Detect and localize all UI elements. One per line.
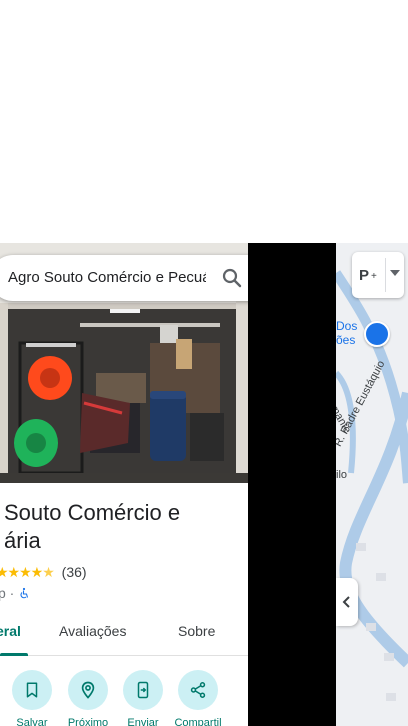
map-view[interactable]: Dos ões R. Padre Eustáquio mante ilo: [336, 243, 408, 726]
place-title: Souto Comércio e ária: [4, 500, 181, 553]
map-pin-icon[interactable]: [364, 321, 390, 347]
send-to-phone-icon: [137, 681, 149, 699]
share-button[interactable]: Compartil: [170, 670, 226, 726]
share-button-circle: [178, 670, 218, 710]
category-text: p ·: [0, 585, 15, 601]
half-star-icon: ★: [42, 564, 55, 580]
map-layer-control[interactable]: P +: [352, 252, 404, 298]
tab-about[interactable]: Sobre: [178, 623, 215, 639]
send-to-phone-button[interactable]: Enviar: [115, 670, 171, 726]
search-icon[interactable]: [220, 266, 244, 290]
save-button[interactable]: Salvar: [4, 670, 60, 726]
place-panel: Souto Comércio e ária ★★★★★ (36) p · era…: [0, 243, 248, 726]
layer-divider: [385, 258, 386, 292]
nearby-button[interactable]: Próximo: [60, 670, 116, 726]
map-canvas: [336, 243, 408, 726]
chevron-left-icon: [342, 596, 350, 608]
dropdown-arrow-icon[interactable]: [390, 270, 400, 276]
bookmark-icon: [26, 682, 38, 698]
map-label-dos: Dos: [336, 319, 358, 333]
nearby-icon: [81, 681, 95, 699]
category-row: p ·: [0, 585, 30, 601]
save-label: Salvar: [16, 717, 48, 726]
layer-label: P: [359, 267, 370, 284]
share-label: Compartil: [174, 717, 222, 726]
share-icon: [190, 682, 206, 698]
nearby-button-circle: [68, 670, 108, 710]
map-label-oes: ões: [336, 333, 356, 347]
blank-area: [248, 243, 336, 726]
star-rating-icon: ★★★★: [0, 564, 43, 580]
rating-row[interactable]: ★★★★★ (36): [0, 564, 87, 581]
send-button-circle: [123, 670, 163, 710]
search-input[interactable]: Agro Souto Comércio e Pecuária: [8, 269, 206, 286]
wheelchair-icon: [20, 587, 29, 599]
nearby-label: Próximo: [67, 717, 109, 726]
layer-plus-icon: +: [371, 271, 377, 282]
street-label-ilo: ilo: [336, 469, 348, 481]
rating-count: (36): [61, 564, 87, 580]
send-label: Enviar: [127, 717, 159, 726]
collapse-panel-button[interactable]: [336, 578, 358, 626]
place-tabs: eral Avaliações Sobre: [0, 613, 248, 656]
active-tab-indicator: [0, 653, 28, 656]
search-box[interactable]: Agro Souto Comércio e Pecuária: [0, 255, 248, 301]
tab-overview[interactable]: eral: [0, 623, 21, 639]
save-button-circle: [12, 670, 52, 710]
tab-reviews[interactable]: Avaliações: [59, 623, 126, 639]
